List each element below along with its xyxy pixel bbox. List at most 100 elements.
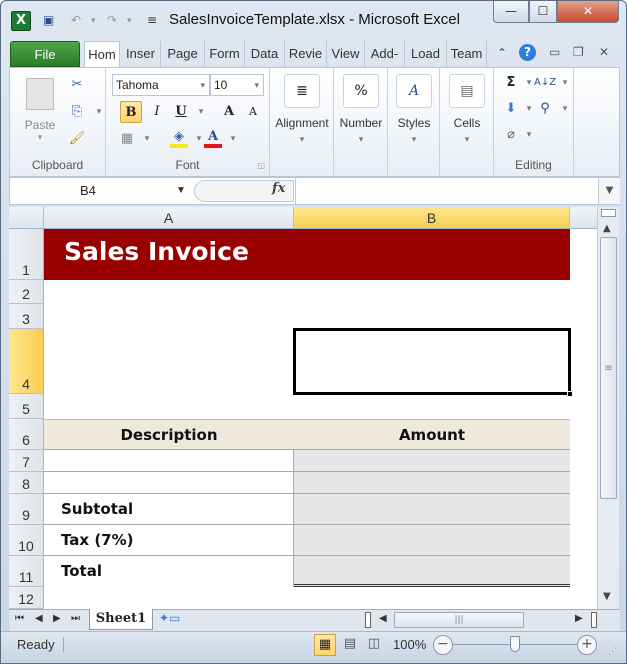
- font-color-icon[interactable]: A: [202, 126, 224, 148]
- page-layout-view-button[interactable]: ▤: [339, 634, 361, 656]
- subtotal-label-cell[interactable]: Subtotal: [44, 494, 294, 525]
- tab-insert[interactable]: Inser: [121, 41, 161, 67]
- invoice-title-cell[interactable]: Sales Invoice: [44, 229, 570, 280]
- vertical-split-handle[interactable]: [591, 612, 597, 628]
- font-size-combo[interactable]: 10 ▾: [210, 74, 264, 96]
- amount-cell-row-7[interactable]: [294, 450, 570, 472]
- column-header-b[interactable]: B: [294, 207, 570, 229]
- undo-dropdown-icon[interactable]: ▾: [91, 16, 96, 26]
- help-icon[interactable]: ?: [519, 44, 536, 61]
- row-header-4[interactable]: 4: [9, 329, 44, 394]
- row-header-7[interactable]: 7: [9, 450, 44, 472]
- description-cell-row-8[interactable]: [44, 472, 294, 494]
- row-header-2[interactable]: 2: [9, 280, 44, 304]
- name-box[interactable]: B4 ▼: [10, 178, 192, 204]
- format-painter-icon[interactable]: 🖌: [66, 128, 88, 150]
- redo-dropdown-icon[interactable]: ▾: [127, 16, 132, 26]
- fill-handle[interactable]: [567, 391, 573, 397]
- tab-formulas[interactable]: Form: [205, 41, 245, 67]
- alignment-group[interactable]: ≣ Alignment ▾: [270, 68, 334, 176]
- description-header[interactable]: Description: [44, 426, 294, 444]
- row-header-3[interactable]: 3: [9, 304, 44, 329]
- workbook-restore-icon[interactable]: ❐: [573, 45, 584, 59]
- undo-icon[interactable]: ↶: [71, 13, 81, 27]
- expand-formula-bar-icon[interactable]: ▼: [598, 178, 620, 204]
- tab-data[interactable]: Data: [245, 41, 285, 67]
- workbook-minimize-icon[interactable]: ▭: [549, 45, 560, 59]
- tax-amount-cell[interactable]: [294, 525, 570, 556]
- zoom-slider-thumb[interactable]: [510, 636, 520, 652]
- row-header-6[interactable]: 6: [9, 419, 44, 450]
- row-header-8[interactable]: 8: [9, 472, 44, 494]
- insert-function-icon[interactable]: fx: [272, 181, 285, 196]
- description-cell-row-7[interactable]: [44, 450, 294, 472]
- find-select-icon[interactable]: ⚲: [534, 98, 556, 120]
- tab-home[interactable]: Hom: [84, 41, 120, 67]
- scroll-left-icon[interactable]: ◀: [379, 613, 387, 624]
- tab-add-ins[interactable]: Add-: [365, 41, 405, 67]
- subtotal-amount-cell[interactable]: [294, 494, 570, 525]
- prev-sheet-icon[interactable]: ◀: [35, 613, 43, 624]
- first-sheet-icon[interactable]: ⏮: [15, 613, 24, 624]
- scroll-thumb[interactable]: ≡: [600, 237, 617, 499]
- page-break-preview-button[interactable]: ◫: [363, 634, 385, 656]
- borders-dropdown-icon[interactable]: ▾: [136, 128, 158, 150]
- scroll-down-icon[interactable]: ▼: [603, 591, 611, 602]
- tax-label-cell[interactable]: Tax (7%): [44, 525, 294, 556]
- tab-load-test[interactable]: Load: [405, 41, 447, 67]
- redo-icon[interactable]: ↷: [107, 13, 117, 27]
- tab-review[interactable]: Revie: [285, 41, 327, 67]
- scroll-up-icon[interactable]: ▲: [603, 223, 611, 234]
- insert-worksheet-icon[interactable]: ✦▭: [159, 611, 193, 630]
- minimize-ribbon-icon[interactable]: ⌃: [497, 46, 507, 60]
- sheet-tab-sheet1[interactable]: Sheet1: [89, 609, 153, 630]
- horizontal-scroll-thumb[interactable]: |||: [394, 612, 524, 628]
- styles-group[interactable]: A Styles ▾: [388, 68, 440, 176]
- workbook-close-icon[interactable]: ✕: [599, 45, 609, 59]
- vertical-scrollbar[interactable]: ▲ ≡ ▼: [597, 207, 619, 609]
- resize-grip-icon[interactable]: ⋰: [608, 647, 617, 657]
- italic-button[interactable]: I: [146, 101, 168, 123]
- fill-color-icon[interactable]: ◈: [168, 126, 190, 148]
- last-sheet-icon[interactable]: ⏭: [71, 613, 80, 624]
- scroll-right-icon[interactable]: ▶: [575, 613, 583, 624]
- normal-view-button[interactable]: ▦: [314, 634, 336, 656]
- amount-header[interactable]: Amount: [294, 426, 570, 444]
- paste-button[interactable]: Paste ▾: [18, 74, 62, 144]
- font-dialog-launcher-icon[interactable]: ◱: [257, 161, 265, 170]
- font-name-combo[interactable]: Tahoma ▾: [112, 74, 210, 96]
- cut-icon[interactable]: ✂: [66, 74, 88, 96]
- borders-icon[interactable]: ▦: [116, 128, 138, 150]
- row-header-12[interactable]: 12: [9, 587, 44, 609]
- sort-filter-icon[interactable]: A↓Z: [534, 72, 556, 94]
- total-amount-cell[interactable]: [294, 556, 570, 587]
- zoom-level[interactable]: 100%: [393, 637, 426, 652]
- row-header-1[interactable]: 1: [9, 229, 44, 280]
- customize-qat-icon[interactable]: ≡: [147, 13, 157, 27]
- tab-team[interactable]: Team: [447, 41, 487, 67]
- row-header-5[interactable]: 5: [9, 394, 44, 419]
- copy-icon[interactable]: ⎘: [66, 101, 88, 123]
- find-dropdown-icon[interactable]: ▾: [554, 98, 576, 120]
- next-sheet-icon[interactable]: ▶: [53, 613, 61, 624]
- excel-logo-icon[interactable]: X: [11, 11, 31, 31]
- row-header-9[interactable]: 9: [9, 494, 44, 525]
- close-button[interactable]: ✕: [557, 1, 619, 23]
- clear-dropdown-icon[interactable]: ▾: [518, 124, 540, 146]
- tab-page-layout[interactable]: Page: [161, 41, 205, 67]
- zoom-in-button[interactable]: +: [577, 635, 597, 655]
- formula-input[interactable]: [295, 178, 597, 204]
- tab-view[interactable]: View: [327, 41, 365, 67]
- select-all-corner[interactable]: [9, 207, 44, 229]
- total-label-cell[interactable]: Total: [44, 556, 294, 587]
- underline-dropdown-icon[interactable]: ▾: [190, 101, 212, 123]
- number-group[interactable]: % Number ▾: [334, 68, 388, 176]
- split-box[interactable]: [601, 209, 616, 217]
- column-header-a[interactable]: A: [44, 207, 294, 229]
- amount-cell-row-8[interactable]: [294, 472, 570, 494]
- zoom-out-button[interactable]: −: [433, 635, 453, 655]
- cells-group[interactable]: ▤ Cells ▾: [440, 68, 494, 176]
- sort-filter-dropdown-icon[interactable]: ▾: [554, 72, 576, 94]
- row-header-10[interactable]: 10: [9, 525, 44, 556]
- font-color-dropdown-icon[interactable]: ▾: [222, 128, 244, 150]
